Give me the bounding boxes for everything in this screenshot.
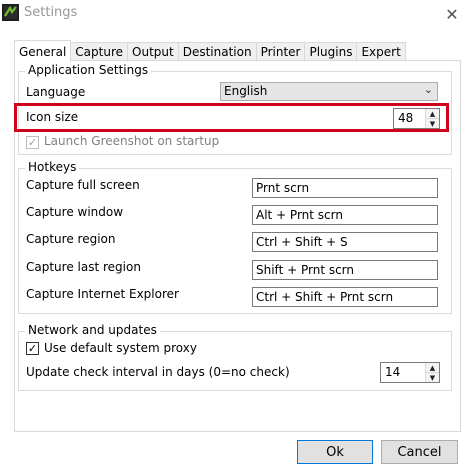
network-updates-title: Network and updates [25,323,160,337]
spin-down-icon[interactable]: ▼ [426,119,439,128]
hotkey-value-full-screen: Prnt scrn [256,181,310,195]
hotkey-value-internet-explorer: Ctrl + Shift + Prnt scrn [256,290,394,304]
cancel-button[interactable]: Cancel [381,440,458,464]
launch-on-startup-label: Launch Greenshot on startup [44,134,220,148]
update-interval-label: Update check interval in days (0=no chec… [26,365,290,379]
language-value: English [224,84,268,98]
application-settings-title: Application Settings [25,63,152,77]
hotkey-label-region: Capture region [26,232,116,246]
checkmark-icon: ✓ [27,136,38,149]
tab-output[interactable]: Output [127,42,179,61]
hotkeys-title: Hotkeys [25,160,80,174]
hotkey-value-region: Ctrl + Shift + S [256,235,348,249]
tab-plugins[interactable]: Plugins [304,42,358,61]
tab-printer[interactable]: Printer [255,42,306,61]
update-interval-stepper[interactable]: 14 ▲ ▼ [380,362,440,383]
update-interval-value: 14 [385,365,401,379]
hotkey-value-last-region: Shift + Prnt scrn [256,263,355,277]
default-proxy-label: Use default system proxy [44,341,197,355]
tab-destination[interactable]: Destination [177,42,257,61]
tab-general[interactable]: General [14,40,72,62]
launch-on-startup-checkbox[interactable]: ✓ [26,136,39,149]
icon-size-label: Icon size [26,110,79,124]
close-button[interactable]: ✕ [430,0,474,28]
checkmark-icon: ✓ [27,342,38,355]
hotkey-label-window: Capture window [26,205,124,219]
spin-up-icon[interactable]: ▲ [426,109,439,119]
ok-button[interactable]: Ok [297,440,373,464]
close-icon: ✕ [445,4,459,24]
hotkey-input-window[interactable]: Alt + Prnt scrn [252,205,438,225]
icon-size-value: 48 [398,111,414,125]
hotkey-input-internet-explorer[interactable]: Ctrl + Shift + Prnt scrn [252,287,438,307]
title-bar: Settings ✕ [0,0,474,28]
hotkey-input-last-region[interactable]: Shift + Prnt scrn [252,260,438,280]
greenshot-icon [2,4,19,21]
icon-size-spin-buttons: ▲ ▼ [425,109,439,128]
hotkey-label-last-region: Capture last region [26,260,141,274]
tab-expert[interactable]: Expert [356,42,406,61]
language-select[interactable]: English ⌄ [220,82,438,101]
spin-down-icon[interactable]: ▼ [426,373,439,382]
chevron-down-icon: ⌄ [423,83,433,96]
hotkey-input-region[interactable]: Ctrl + Shift + S [252,232,438,252]
hotkey-label-internet-explorer: Capture Internet Explorer [26,287,179,301]
icon-size-stepper[interactable]: 48 ▲ ▼ [393,108,440,129]
tab-capture[interactable]: Capture [70,42,129,61]
language-label: Language [26,85,86,99]
default-proxy-checkbox[interactable]: ✓ [26,342,39,355]
update-interval-spin-buttons: ▲ ▼ [425,363,439,382]
icon-size-highlight [14,103,449,132]
hotkey-label-full-screen: Capture full screen [26,178,140,192]
hotkey-value-window: Alt + Prnt scrn [256,208,343,222]
hotkey-input-full-screen[interactable]: Prnt scrn [252,178,438,198]
tab-strip: General Capture Output Destination Print… [14,40,406,62]
spin-up-icon[interactable]: ▲ [426,363,439,373]
window-title: Settings [24,5,78,20]
